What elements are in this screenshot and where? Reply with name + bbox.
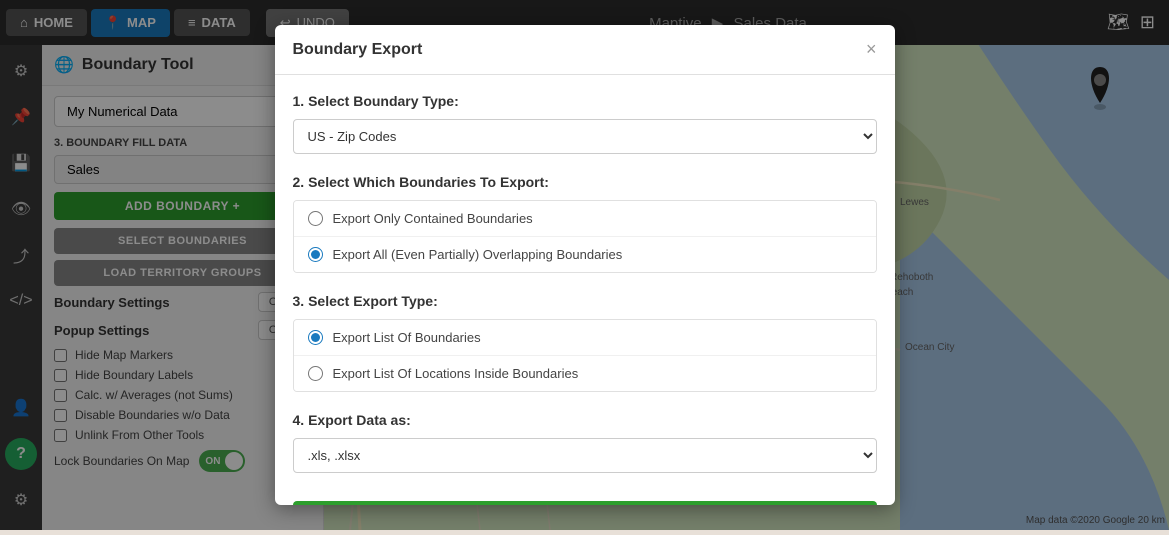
- export-overlapping-option: Export All (Even Partially) Overlapping …: [294, 237, 876, 272]
- boundary-type-select[interactable]: US - Zip Codes US - States US - Counties…: [293, 119, 877, 154]
- export-format-select[interactable]: .xls, .xlsx .csv .kml .shp: [293, 438, 877, 473]
- modal-overlay[interactable]: Boundary Export × 1. Select Boundary Typ…: [0, 0, 1169, 530]
- modal-title: Boundary Export: [293, 41, 423, 59]
- section1-title: 1. Select Boundary Type:: [293, 93, 877, 109]
- modal-header: Boundary Export ×: [275, 25, 895, 75]
- export-overlapping-radio[interactable]: [308, 247, 323, 262]
- section-export-format: 4. Export Data as: .xls, .xlsx .csv .kml…: [293, 412, 877, 473]
- export-contained-option: Export Only Contained Boundaries: [294, 201, 876, 237]
- export-list-boundaries-option: Export List Of Boundaries: [294, 320, 876, 356]
- export-boundaries-radio-group: Export Only Contained Boundaries Export …: [293, 200, 877, 273]
- export-button[interactable]: EXPORT: [293, 501, 877, 505]
- section4-title: 4. Export Data as:: [293, 412, 877, 428]
- section3-title: 3. Select Export Type:: [293, 293, 877, 309]
- export-contained-radio[interactable]: [308, 211, 323, 226]
- export-overlapping-label: Export All (Even Partially) Overlapping …: [333, 247, 623, 262]
- boundary-export-modal: Boundary Export × 1. Select Boundary Typ…: [275, 25, 895, 505]
- export-list-locations-option: Export List Of Locations Inside Boundari…: [294, 356, 876, 391]
- modal-close-button[interactable]: ×: [866, 39, 877, 60]
- section2-title: 2. Select Which Boundaries To Export:: [293, 174, 877, 190]
- section-boundary-type: 1. Select Boundary Type: US - Zip Codes …: [293, 93, 877, 154]
- export-type-radio-group: Export List Of Boundaries Export List Of…: [293, 319, 877, 392]
- section-export-type: 3. Select Export Type: Export List Of Bo…: [293, 293, 877, 392]
- export-list-locations-radio[interactable]: [308, 366, 323, 381]
- export-contained-label: Export Only Contained Boundaries: [333, 211, 533, 226]
- export-list-boundaries-radio[interactable]: [308, 330, 323, 345]
- export-list-locations-label: Export List Of Locations Inside Boundari…: [333, 366, 579, 381]
- modal-body: 1. Select Boundary Type: US - Zip Codes …: [275, 75, 895, 505]
- export-list-boundaries-label: Export List Of Boundaries: [333, 330, 481, 345]
- section-which-boundaries: 2. Select Which Boundaries To Export: Ex…: [293, 174, 877, 273]
